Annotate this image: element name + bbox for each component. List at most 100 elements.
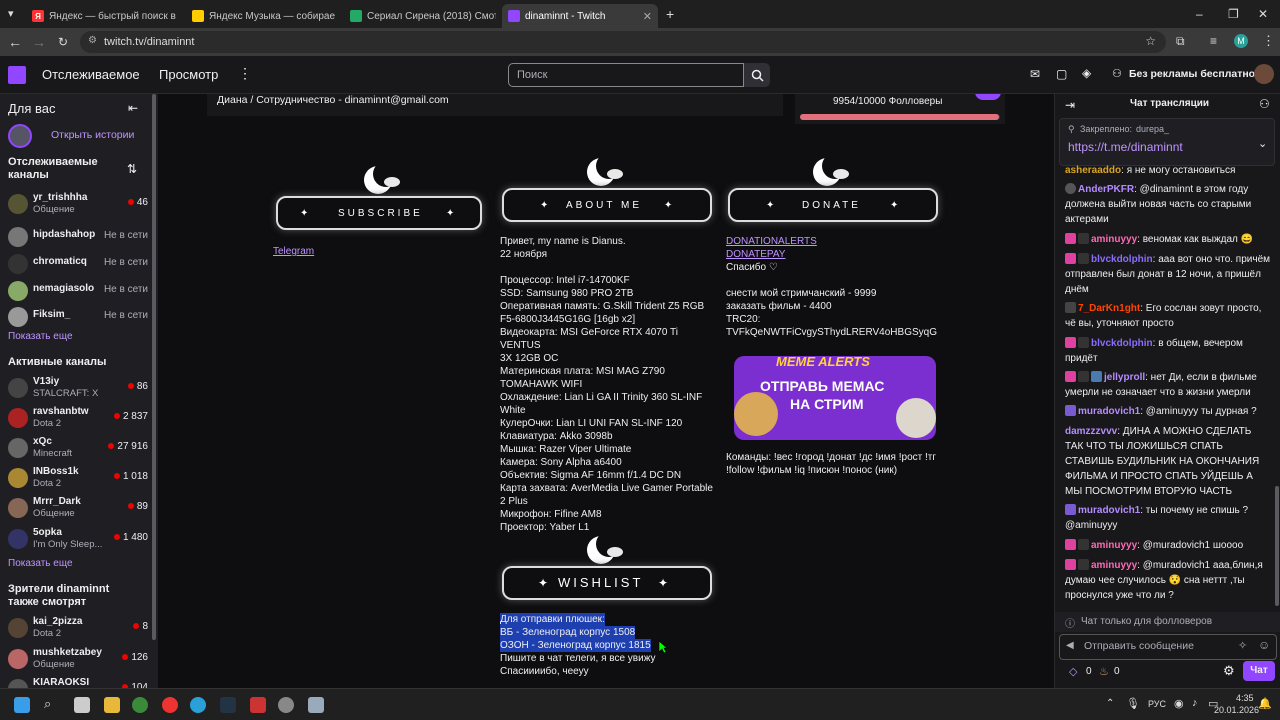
windows-start-icon[interactable] — [14, 697, 30, 713]
show-more-active[interactable]: Показать еще — [8, 558, 73, 569]
app-icon[interactable] — [250, 697, 266, 713]
forward-icon[interactable]: → — [26, 34, 52, 50]
close-window-icon[interactable]: ✕ — [1258, 7, 1268, 21]
recommended-channel[interactable]: KIARAOKSI 104 — [8, 677, 148, 688]
browser-tab-yandex[interactable]: Я Яндекс — быстрый поиск в ин ✕ — [26, 4, 178, 28]
steam-icon[interactable] — [220, 697, 236, 713]
ad-free-button[interactable]: Без рекламы бесплатно — [1129, 68, 1255, 80]
microphone-icon[interactable]: 🎙 — [1126, 697, 1140, 710]
recommended-channel[interactable]: mushketzabey Общение 126 — [8, 647, 148, 673]
community-icon[interactable]: ⚇ — [1259, 97, 1270, 111]
settings-app-icon[interactable] — [308, 697, 324, 713]
chat-username[interactable]: muradovich1 — [1078, 406, 1140, 417]
pinned-link[interactable]: https://t.me/dinaminnt — [1068, 140, 1183, 154]
collapse-sidebar-icon[interactable]: ⇤ — [128, 101, 138, 115]
back-icon[interactable]: ← — [2, 34, 28, 50]
whispers-icon[interactable]: ▢ — [1056, 67, 1067, 81]
user-avatar[interactable] — [1254, 64, 1274, 84]
chat-username[interactable]: aminuyyy — [1091, 540, 1137, 551]
chat-send-button[interactable]: Чат — [1243, 661, 1275, 681]
chat-username[interactable]: blvckdolphin — [1091, 254, 1153, 265]
speaker-icon[interactable]: ◀ — [1066, 640, 1074, 651]
recommended-channel[interactable]: kai_2pizza Dota 2 8 — [8, 616, 148, 642]
tab-search-icon[interactable]: ▾ — [8, 7, 14, 20]
more-options-icon[interactable]: ⋮ — [238, 65, 252, 82]
donatepay-link[interactable]: DONATEPAY — [726, 248, 785, 261]
restore-icon[interactable]: ❐ — [1228, 7, 1239, 21]
followed-channel[interactable]: chromaticq Не в сети — [8, 252, 148, 278]
minimize-icon[interactable]: – — [1196, 7, 1203, 21]
language-indicator[interactable]: РУС — [1148, 699, 1166, 709]
tray-overflow-icon[interactable]: ⌃ — [1106, 698, 1114, 709]
chat-username[interactable]: 7_DarKn1ght — [1078, 303, 1140, 314]
reward-icon[interactable]: ♨ — [1099, 665, 1109, 678]
search-button[interactable] — [744, 63, 770, 87]
telegram-link[interactable]: Telegram — [273, 246, 314, 257]
pinned-message[interactable]: ⚲ Закреплено: durepa_ https://t.me/dinam… — [1059, 118, 1275, 166]
browser-tab-serial[interactable]: Сериал Сирена (2018) Смотре ✕ — [344, 4, 496, 28]
channel-points-icon[interactable]: ◇ — [1069, 665, 1077, 678]
chat-username[interactable]: AnderPKFR — [1078, 184, 1134, 195]
stories-avatar[interactable] — [8, 124, 32, 148]
goal-button[interactable] — [975, 94, 1001, 100]
notifications-icon[interactable]: 🔔 — [1258, 697, 1272, 710]
sidebar-scrollbar[interactable] — [152, 94, 156, 640]
task-view-icon[interactable] — [74, 697, 90, 713]
chrome-icon[interactable] — [132, 697, 148, 713]
volume-icon[interactable]: ♪ — [1192, 697, 1198, 709]
chat-input[interactable]: ◀ Отправить сообщение ✧ ☺ — [1059, 634, 1277, 660]
active-channel[interactable]: Mrrr_Dark Общение 89 — [8, 496, 148, 522]
chat-username[interactable]: aminuyyy — [1091, 234, 1137, 245]
active-channel[interactable]: 5opka I'm Only Sleep... 1 480 — [8, 527, 148, 553]
clock-time[interactable]: 4:35 — [1236, 693, 1254, 703]
followed-channel[interactable]: Fiksim_ Не в сети — [8, 305, 148, 331]
nav-browse[interactable]: Просмотр — [159, 67, 218, 82]
file-explorer-icon[interactable] — [104, 697, 120, 713]
bookmark-star-icon[interactable]: ☆ — [1145, 34, 1156, 48]
telegram-icon[interactable] — [190, 697, 206, 713]
clock-date[interactable]: 20.01.2026 — [1214, 705, 1259, 715]
site-info-icon[interactable]: ⚙ — [88, 35, 97, 46]
chevron-down-icon[interactable]: ⌄ — [1258, 137, 1267, 150]
chat-scrollbar[interactable] — [1275, 486, 1279, 606]
browser-menu-icon[interactable]: ⋮ — [1262, 33, 1275, 49]
chat-username[interactable]: aminuyyy — [1091, 560, 1137, 571]
emote-picker-icon[interactable]: ☺ — [1258, 638, 1270, 652]
reading-list-icon[interactable]: ≡ — [1210, 34, 1217, 48]
open-stories-link[interactable]: Открыть истории — [51, 129, 134, 141]
search-taskbar-icon[interactable]: ⌕ — [44, 696, 51, 712]
nav-following[interactable]: Отслеживаемое — [42, 67, 140, 82]
active-channel[interactable]: INBoss1k Dota 2 1 018 — [8, 466, 148, 492]
network-icon[interactable]: ◉ — [1174, 697, 1184, 710]
followed-channel[interactable]: hipdashahop Не в сети — [8, 225, 148, 251]
collapse-chat-icon[interactable]: ⇥ — [1065, 98, 1075, 112]
chat-settings-icon[interactable]: ⚙ — [1223, 663, 1235, 679]
chat-username[interactable]: blvckdolphin — [1091, 338, 1153, 349]
obs-icon[interactable] — [278, 697, 294, 713]
active-channel[interactable]: ravshanbtw Dota 2 2 837 — [8, 406, 148, 432]
chat-username[interactable]: jellyproll — [1104, 372, 1145, 383]
extensions-icon[interactable]: ⧉ — [1176, 34, 1185, 49]
profile-avatar[interactable]: M — [1234, 34, 1248, 48]
chat-username[interactable]: asheraaddo — [1065, 165, 1121, 176]
subscribe-panel[interactable]: ✦ SUBSCRIBE ✦ — [272, 154, 486, 242]
close-tab-icon[interactable]: ✕ — [643, 10, 652, 23]
followed-channel[interactable]: yr_trishhha Общение 46 — [8, 192, 148, 218]
browser-tab-yandex-music[interactable]: Яндекс Музыка — собирае ✕ — [186, 4, 338, 28]
yandex-browser-icon[interactable] — [162, 697, 178, 713]
chat-username[interactable]: muradovich1 — [1078, 505, 1140, 516]
inbox-icon[interactable]: ✉ — [1030, 67, 1040, 81]
url-field[interactable]: ⚙ twitch.tv/dinaminnt ☆ — [80, 31, 1166, 53]
search-input[interactable]: Поиск — [508, 63, 744, 87]
prime-crown-icon[interactable]: ◈ — [1082, 66, 1091, 80]
chat-username[interactable]: damzzzvvv — [1065, 426, 1117, 437]
show-more-followed[interactable]: Показать еще — [8, 331, 73, 342]
followed-channel[interactable]: nemagiasolo Не в сети — [8, 279, 148, 305]
sort-icon[interactable]: ⇅ — [127, 162, 137, 176]
new-tab-button[interactable]: + — [666, 6, 674, 22]
reload-icon[interactable]: ↻ — [50, 35, 76, 49]
active-channel[interactable]: V13iy STALCRAFT: X 86 — [8, 376, 148, 402]
donationalerts-link[interactable]: DONATIONALERTS — [726, 235, 817, 248]
browser-tab-twitch[interactable]: dinaminnt - Twitch ✕ — [502, 4, 658, 28]
active-channel[interactable]: xQc Minecraft 27 916 — [8, 436, 148, 462]
